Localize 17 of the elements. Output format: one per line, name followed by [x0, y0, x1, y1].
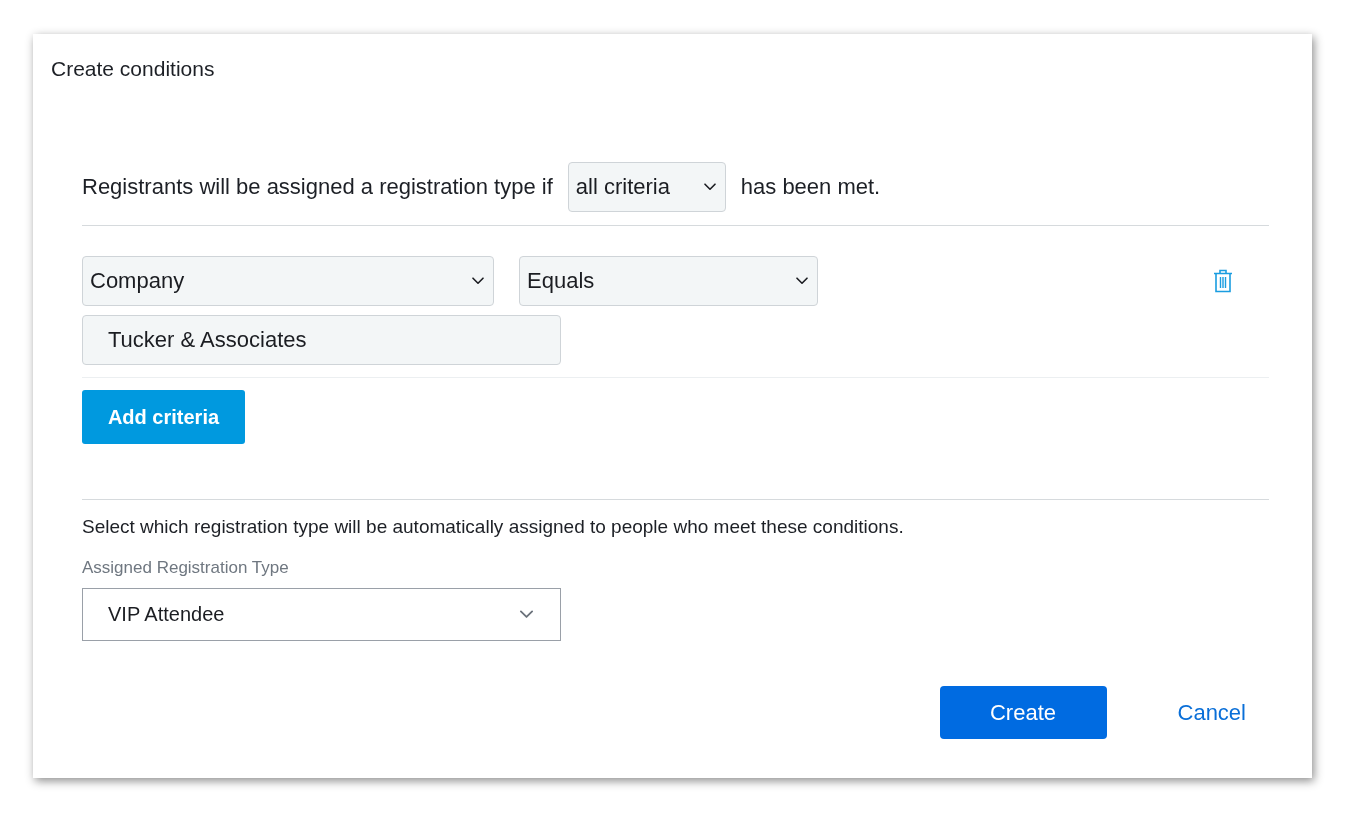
- chevron-down-icon: [519, 610, 534, 619]
- value-input[interactable]: Tucker & Associates: [82, 315, 561, 365]
- trash-icon[interactable]: [1213, 269, 1233, 293]
- operator-select[interactable]: Equals: [519, 256, 818, 306]
- field-select[interactable]: Company: [82, 256, 494, 306]
- match-rule-text: Registrants will be assigned a registration type if: [82, 174, 553, 200]
- chevron-down-icon: [472, 277, 484, 285]
- criteria-match-select[interactable]: all criteria: [567, 162, 726, 212]
- chevron-down-icon: [796, 277, 808, 285]
- dialog-title: Create conditions: [51, 56, 215, 81]
- description-text: Select which registration type will be automatically assigned to people who meet these conditions.: [82, 515, 904, 538]
- chevron-down-icon: [703, 183, 716, 191]
- registration-type-select[interactable]: VIP Attendee: [82, 588, 561, 641]
- match-rule-suffix: has been met.: [740, 174, 881, 200]
- create-button[interactable]: Create: [939, 686, 1107, 739]
- cancel-link[interactable]: Cancel: [1153, 686, 1270, 739]
- field-label: Assigned Registration Type: [82, 558, 289, 578]
